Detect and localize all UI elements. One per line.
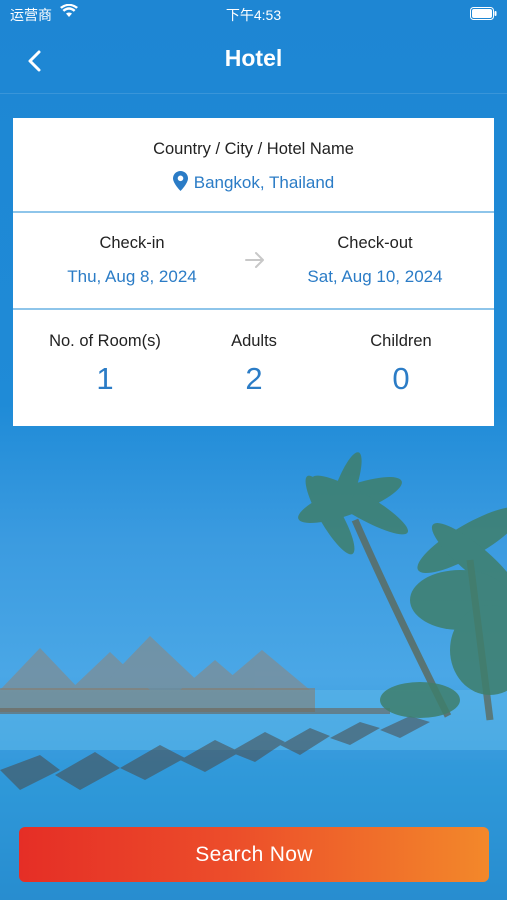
status-bar: 运营商 下午4:53 [0,0,507,28]
destination-section[interactable]: Country / City / Hotel Name Bangkok, Tha… [13,118,494,213]
children-label: Children [370,332,432,350]
check-in-date[interactable]: Thu, Aug 8, 2024 [13,267,251,287]
rooms-selector[interactable]: No. of Room(s) 1 [13,310,197,426]
children-value: 0 [392,361,410,396]
check-out-date[interactable]: Sat, Aug 10, 2024 [256,267,494,287]
adults-selector[interactable]: Adults 2 [173,310,335,426]
page-title: Hotel [224,45,283,71]
adults-value: 2 [245,361,263,396]
destination-label: Country / City / Hotel Name [153,140,354,158]
children-selector[interactable]: Children 0 [321,310,481,426]
check-in-label: Check-in [99,234,165,252]
destination-value[interactable]: Bangkok, Thailand [13,171,494,193]
adults-label: Adults [231,332,277,350]
check-out-label: Check-out [337,234,413,252]
status-time: 下午4:53 [225,7,282,23]
search-now-button[interactable]: Search Now [19,827,489,882]
search-form-card: Country / City / Hotel Name Bangkok, Tha… [13,118,494,426]
destination-text: Bangkok, Thailand [193,173,335,192]
location-pin-icon [172,171,188,191]
rooms-value: 1 [96,361,114,396]
navigation-bar: Hotel [0,28,507,94]
guests-section: No. of Room(s) 1 Adults 2 Children 0 [13,310,494,426]
rooms-label: No. of Room(s) [49,332,161,350]
battery-icon [470,7,497,20]
dates-section: Check-in Thu, Aug 8, 2024 Check-out Sat,… [13,213,494,310]
